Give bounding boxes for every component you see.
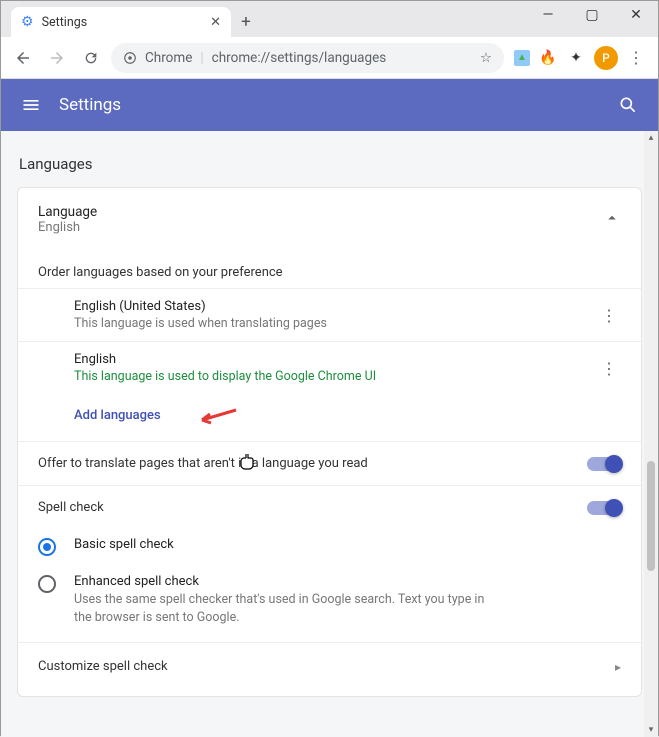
- window-minimize-button[interactable]: —: [526, 1, 570, 29]
- omnibox-chrome-label: Chrome: [145, 50, 192, 66]
- omnibox-separator: |: [200, 50, 203, 66]
- language-item: English (United States) This language is…: [18, 288, 641, 341]
- search-icon[interactable]: [618, 95, 638, 115]
- language-current: English: [38, 220, 603, 235]
- tab-title: Settings: [42, 15, 88, 30]
- gear-icon: ⚙: [21, 14, 34, 30]
- forward-button[interactable]: [43, 44, 71, 72]
- extensions-puzzle-icon[interactable]: ✦: [566, 48, 586, 68]
- spellcheck-label: Spell check: [38, 500, 587, 515]
- language-subtext: This language is used to display the Goo…: [74, 369, 593, 384]
- spellcheck-option-basic[interactable]: Basic spell check: [18, 529, 641, 566]
- scrollbar[interactable]: ▴ ▾: [644, 131, 658, 737]
- toolbar-right-icons: ▲ 🔥 ✦ P ⋮: [510, 44, 650, 72]
- chrome-menu-button[interactable]: ⋮: [626, 44, 646, 72]
- reload-button[interactable]: [77, 44, 105, 72]
- scroll-up-icon[interactable]: ▴: [644, 131, 658, 145]
- customize-label: Customize spell check: [38, 659, 615, 674]
- bookmark-star-icon[interactable]: ☆: [480, 50, 492, 66]
- chevron-right-icon: ▸: [615, 660, 621, 674]
- scroll-down-icon[interactable]: ▾: [644, 723, 658, 737]
- cursor-icon: [240, 453, 258, 473]
- window-close-button[interactable]: ✕: [614, 1, 658, 29]
- scrollbar-thumb[interactable]: [647, 461, 655, 571]
- order-hint: Order languages based on your preference: [18, 247, 641, 288]
- radio-label: Enhanced spell check: [74, 574, 504, 589]
- spellcheck-row: Spell check: [18, 485, 641, 529]
- language-item: English This language is used to display…: [18, 341, 641, 394]
- language-section-toggle[interactable]: Language English: [18, 188, 641, 247]
- menu-icon[interactable]: [21, 95, 41, 115]
- content-area: ▴ ▾ Languages Language English Order lan…: [1, 131, 658, 737]
- language-name: English: [74, 352, 593, 367]
- radio-subtext: Uses the same spell checker that's used …: [74, 591, 504, 626]
- annotation-arrow-icon: [196, 406, 238, 426]
- radio-label: Basic spell check: [74, 537, 174, 552]
- language-item-menu-icon[interactable]: ⋮: [593, 359, 625, 378]
- settings-header: Settings: [1, 79, 658, 131]
- browser-toolbar: Chrome | chrome://settings/languages ☆ ▲…: [1, 37, 658, 79]
- section-heading: Languages: [9, 131, 650, 187]
- language-item-menu-icon[interactable]: ⋮: [593, 306, 625, 325]
- spellcheck-option-enhanced[interactable]: Enhanced spell check Uses the same spell…: [18, 566, 641, 636]
- add-languages-link[interactable]: Add languages: [18, 394, 641, 441]
- spellcheck-toggle[interactable]: [587, 501, 621, 515]
- window-controls: — ▢ ✕: [526, 1, 658, 29]
- new-tab-button[interactable]: +: [231, 7, 261, 37]
- language-subtext: This language is used when translating p…: [74, 316, 593, 331]
- extension-icon-2[interactable]: 🔥: [538, 48, 558, 68]
- back-button[interactable]: [9, 44, 37, 72]
- radio-icon[interactable]: [38, 575, 56, 593]
- extension-icon-1[interactable]: ▲: [514, 50, 530, 66]
- browser-tab[interactable]: ⚙ Settings ✕: [11, 7, 231, 37]
- chevron-up-icon: [603, 209, 621, 231]
- settings-title: Settings: [59, 95, 600, 115]
- translate-offer-label: Offer to translate pages that aren't in …: [38, 456, 587, 471]
- translate-offer-row: Offer to translate pages that aren't in …: [18, 441, 641, 485]
- omnibox-url: chrome://settings/languages: [212, 50, 387, 66]
- address-bar[interactable]: Chrome | chrome://settings/languages ☆: [111, 43, 504, 73]
- site-info-icon: [123, 51, 137, 65]
- language-heading: Language: [38, 204, 603, 220]
- translate-offer-toggle[interactable]: [587, 457, 621, 471]
- window-titlebar: ⚙ Settings ✕ + — ▢ ✕: [1, 1, 658, 37]
- customize-spellcheck-link[interactable]: Customize spell check ▸: [18, 642, 641, 690]
- languages-card: Language English Order languages based o…: [17, 187, 642, 697]
- window-maximize-button[interactable]: ▢: [570, 1, 614, 29]
- tab-close-icon[interactable]: ✕: [210, 15, 221, 30]
- language-name: English (United States): [74, 299, 593, 314]
- radio-icon[interactable]: [38, 538, 56, 556]
- profile-avatar[interactable]: P: [594, 46, 618, 70]
